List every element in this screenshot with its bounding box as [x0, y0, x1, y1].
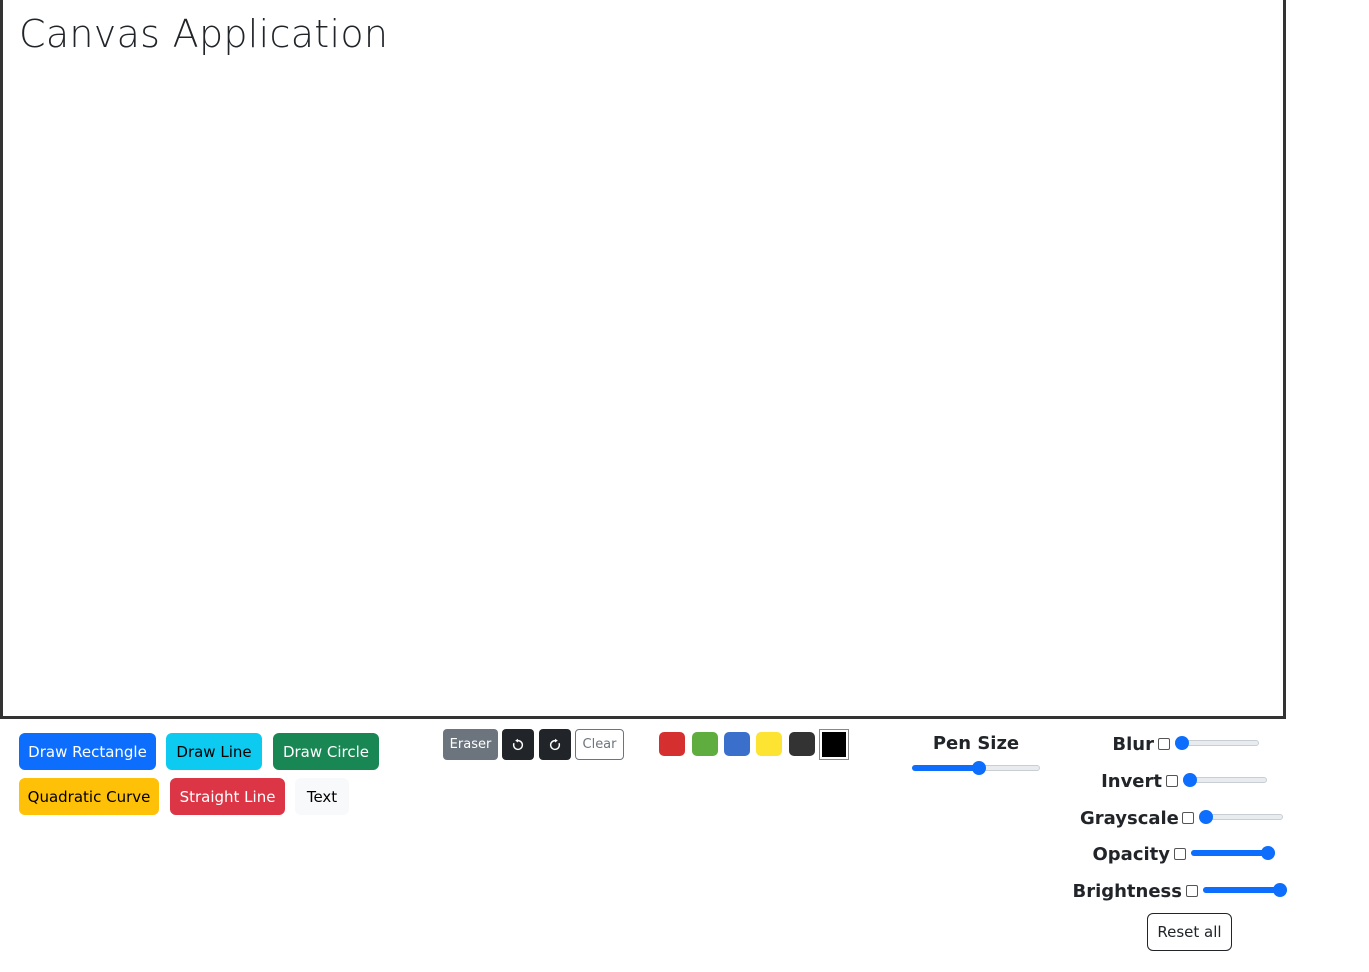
slider-thumb[interactable] — [1261, 846, 1275, 860]
clear-button[interactable]: Clear — [575, 729, 624, 760]
opacity-slider[interactable] — [1191, 845, 1275, 861]
brightness-slider[interactable] — [1203, 882, 1287, 898]
color-swatch[interactable] — [789, 732, 815, 756]
color-swatch[interactable] — [659, 732, 685, 756]
color-picker[interactable] — [819, 729, 849, 760]
opacity-checkbox[interactable] — [1174, 848, 1186, 860]
grayscale-label: Grayscale — [1080, 808, 1179, 829]
brightness-checkbox[interactable] — [1186, 885, 1198, 897]
redo-button[interactable] — [539, 729, 571, 760]
draw-rectangle-button[interactable]: Draw Rectangle — [19, 733, 156, 770]
draw-line-button[interactable]: Draw Line — [166, 733, 262, 770]
reset-all-button[interactable]: Reset all — [1147, 913, 1232, 951]
blur-label: Blur — [1112, 734, 1154, 755]
page-title: Canvas Application — [19, 12, 389, 56]
draw-circle-button[interactable]: Draw Circle — [273, 733, 379, 770]
selected-color-swatch — [822, 732, 846, 757]
color-swatch[interactable] — [692, 732, 718, 756]
invert-checkbox[interactable] — [1166, 775, 1178, 787]
undo-icon — [512, 738, 524, 750]
slider-fill — [912, 765, 979, 771]
text-tool-button[interactable]: Text — [295, 778, 349, 815]
undo-button[interactable] — [502, 729, 534, 760]
grayscale-checkbox[interactable] — [1182, 812, 1194, 824]
slider-thumb[interactable] — [1273, 883, 1287, 897]
straight-line-button[interactable]: Straight Line — [170, 778, 285, 815]
pen-size-slider[interactable] — [912, 760, 1040, 776]
pen-size-label: Pen Size — [932, 733, 1020, 754]
redo-icon — [549, 738, 561, 750]
blur-checkbox[interactable] — [1158, 738, 1170, 750]
color-swatch[interactable] — [756, 732, 782, 756]
blur-slider[interactable] — [1175, 735, 1259, 751]
quadratic-curve-button[interactable]: Quadratic Curve — [19, 778, 159, 815]
invert-slider[interactable] — [1183, 772, 1267, 788]
brightness-label: Brightness — [1072, 881, 1182, 902]
slider-thumb[interactable] — [1175, 736, 1189, 750]
invert-label: Invert — [1101, 771, 1162, 792]
slider-thumb[interactable] — [1183, 773, 1197, 787]
opacity-label: Opacity — [1092, 844, 1170, 865]
grayscale-slider[interactable] — [1199, 809, 1283, 825]
color-swatch[interactable] — [724, 732, 750, 756]
slider-thumb[interactable] — [972, 761, 986, 775]
eraser-button[interactable]: Eraser — [443, 729, 498, 760]
canvas-app: Canvas Application Draw Rectangle Draw L… — [0, 0, 1369, 972]
drawing-canvas[interactable]: Canvas Application — [0, 0, 1286, 719]
slider-thumb[interactable] — [1199, 810, 1213, 824]
